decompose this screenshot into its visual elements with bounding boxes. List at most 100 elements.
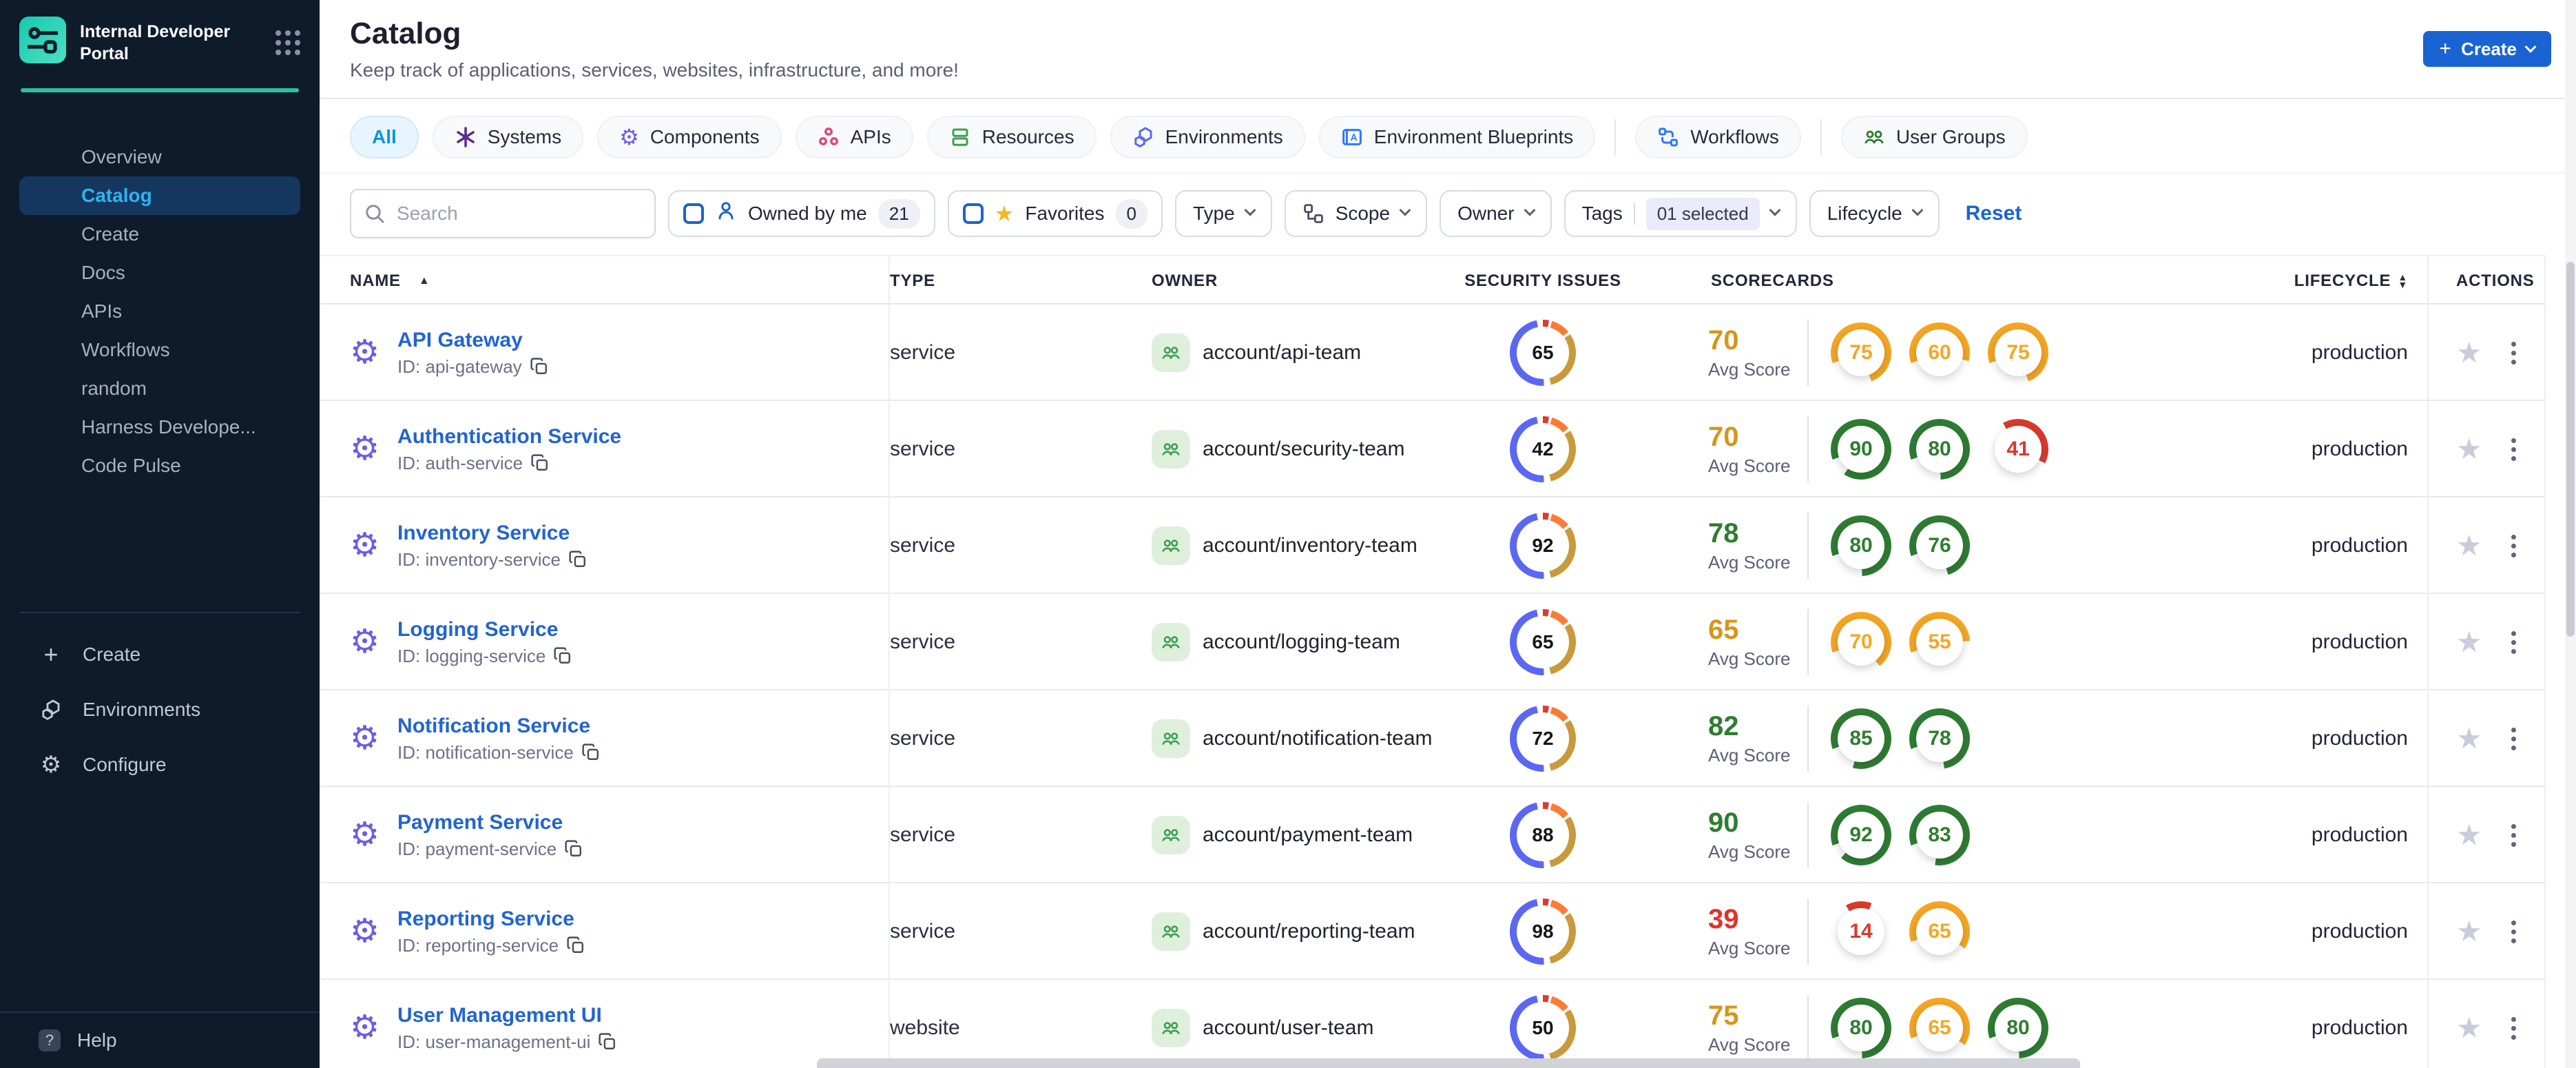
entity-name-link[interactable]: Inventory Service [397, 522, 587, 545]
sidebar-item-harness-develope-[interactable]: Harness Develope... [19, 408, 300, 446]
kebab-menu-icon[interactable] [2507, 820, 2520, 851]
avg-score: 39 Avg Score [1708, 904, 1802, 959]
entity-name-link[interactable]: User Management UI [397, 1004, 616, 1027]
entity-name-link[interactable]: Payment Service [397, 811, 583, 834]
sidebar-item-docs[interactable]: Docs [19, 254, 300, 292]
scorecard-badge[interactable]: 85 [1831, 708, 1891, 769]
sidebar-footer-create[interactable]: + Create [19, 630, 300, 679]
kebab-menu-icon[interactable] [2507, 531, 2520, 562]
favorite-star-icon[interactable]: ★ [2456, 435, 2482, 464]
column-header-lifecycle[interactable]: LIFECYCLE ▲ ▼ [2287, 271, 2427, 291]
scorecard-badge[interactable]: 55 [1909, 612, 1970, 672]
copy-icon[interactable] [599, 1033, 616, 1051]
favorites-count: 0 [1115, 198, 1147, 229]
entity-name-link[interactable]: API Gateway [397, 329, 548, 352]
tab-resources[interactable]: Resources [926, 116, 1097, 158]
scorecard-badge[interactable]: 83 [1909, 805, 1970, 865]
sidebar-item-catalog[interactable]: Catalog [19, 176, 300, 215]
copy-icon[interactable] [582, 743, 600, 761]
favorite-star-icon[interactable]: ★ [2456, 917, 2482, 946]
scorecard-badge[interactable]: 76 [1909, 515, 1970, 576]
scorecard-badge[interactable]: 80 [1909, 419, 1970, 480]
tab-components[interactable]: ⚙ Components [597, 116, 782, 158]
kebab-menu-icon[interactable] [2507, 1013, 2520, 1044]
scorecard-badge[interactable]: 60 [1909, 322, 1970, 383]
tab-systems[interactable]: Systems [432, 116, 584, 158]
entity-name-link[interactable]: Authentication Service [397, 425, 621, 449]
sidebar-item-help[interactable]: ? Help [0, 1013, 320, 1068]
filter-dropdown-tags[interactable]: Tags 01 selected [1564, 190, 1797, 237]
owned-by-me-checkbox[interactable] [683, 203, 704, 224]
app-grid-icon[interactable] [276, 30, 300, 55]
kebab-menu-icon[interactable] [2507, 723, 2520, 754]
copy-icon[interactable] [531, 454, 549, 472]
copy-icon[interactable] [530, 358, 548, 376]
scorecard-badge[interactable]: 75 [1831, 322, 1891, 383]
favorite-star-icon[interactable]: ★ [2456, 724, 2482, 753]
favorite-star-icon[interactable]: ★ [2456, 338, 2482, 367]
avg-score: 90 Avg Score [1708, 808, 1802, 863]
avg-score-label: Avg Score [1708, 552, 1791, 573]
entity-name-link[interactable]: Notification Service [397, 715, 600, 738]
entity-gear-icon: ⚙ [350, 431, 380, 467]
entity-name-link[interactable]: Reporting Service [397, 907, 585, 931]
tab-environments[interactable]: Environments [1110, 116, 1305, 158]
filter-dropdown-owner[interactable]: Owner [1440, 190, 1552, 237]
sidebar-item-apis[interactable]: APIs [19, 292, 300, 331]
favorites-checkbox[interactable] [962, 203, 984, 224]
scorecard-badge[interactable]: 80 [1831, 515, 1891, 576]
scorecard-badge[interactable]: 78 [1909, 708, 1970, 769]
reset-filters-link[interactable]: Reset [1966, 202, 2022, 225]
filter-dropdown-lifecycle[interactable]: Lifecycle [1809, 190, 1940, 237]
scorecard-badge[interactable]: 70 [1831, 612, 1891, 672]
kebab-menu-icon[interactable] [2507, 338, 2520, 369]
scorecard-badge[interactable]: 65 [1909, 998, 1970, 1058]
security-issues-donut: 42 [1510, 416, 1576, 482]
vertical-scrollbar[interactable] [2566, 262, 2575, 637]
scorecard-badge[interactable]: 14 [1831, 901, 1891, 962]
copy-icon[interactable] [569, 551, 587, 568]
favorite-star-icon[interactable]: ★ [2456, 628, 2482, 657]
scorecard-badge[interactable]: 92 [1831, 805, 1891, 865]
scorecard-badge[interactable]: 75 [1988, 322, 2048, 383]
favorites-filter[interactable]: ★ Favorites 0 [947, 190, 1163, 237]
create-button[interactable]: + Create [2422, 31, 2551, 67]
favorite-star-icon[interactable]: ★ [2456, 1014, 2482, 1043]
filter-dropdown-type[interactable]: Type [1174, 190, 1272, 237]
scorecard-badge[interactable]: 80 [1831, 998, 1891, 1058]
copy-icon[interactable] [565, 840, 583, 858]
kebab-menu-icon[interactable] [2507, 627, 2520, 658]
scorecard-badge[interactable]: 80 [1988, 998, 2048, 1058]
sidebar-footer-environments[interactable]: Environments [19, 685, 300, 735]
copy-icon[interactable] [567, 936, 585, 954]
favorite-star-icon[interactable]: ★ [2456, 821, 2482, 850]
scorecard-badge[interactable]: 65 [1909, 901, 1970, 962]
filter-dropdown-scope[interactable]: Scope [1284, 190, 1428, 237]
horizontal-scrollbar[interactable] [817, 1058, 2080, 1068]
sidebar-item-overview[interactable]: Overview [19, 138, 300, 176]
copy-icon[interactable] [554, 647, 572, 665]
sidebar-item-workflows[interactable]: Workflows [19, 331, 300, 369]
tab-apis[interactable]: APIs [795, 116, 913, 158]
sidebar-item-random[interactable]: random [19, 369, 300, 408]
sidebar-footer-configure[interactable]: ⚙ Configure [19, 740, 300, 790]
tab-workflows[interactable]: Workflows [1635, 116, 1801, 158]
sidebar-item-create[interactable]: Create [19, 215, 300, 254]
search-input[interactable] [350, 189, 656, 238]
entity-name-link[interactable]: Logging Service [397, 618, 572, 641]
tab-separator [1614, 119, 1617, 155]
systems-icon [455, 126, 477, 148]
favorite-star-icon[interactable]: ★ [2456, 531, 2482, 560]
sort-icon: ▲ ▼ [2398, 271, 2408, 290]
catalog-table: NAME ▲ TYPE OWNER SECURITY ISSUES SCORECA… [320, 255, 2576, 1068]
kebab-menu-icon[interactable] [2507, 434, 2520, 465]
owned-by-me-filter[interactable]: Owned by me 21 [668, 190, 935, 237]
scorecard-badge[interactable]: 41 [1988, 419, 2048, 480]
column-header-name[interactable]: NAME ▲ [320, 256, 890, 306]
tab-environment-blueprints[interactable]: A Environment Blueprints [1318, 116, 1596, 158]
scorecard-badge[interactable]: 90 [1831, 419, 1891, 480]
kebab-menu-icon[interactable] [2507, 916, 2520, 947]
tab-all[interactable]: All [350, 116, 419, 158]
sidebar-item-code-pulse[interactable]: Code Pulse [19, 446, 300, 485]
tab-user-groups[interactable]: User Groups [1840, 116, 2028, 158]
